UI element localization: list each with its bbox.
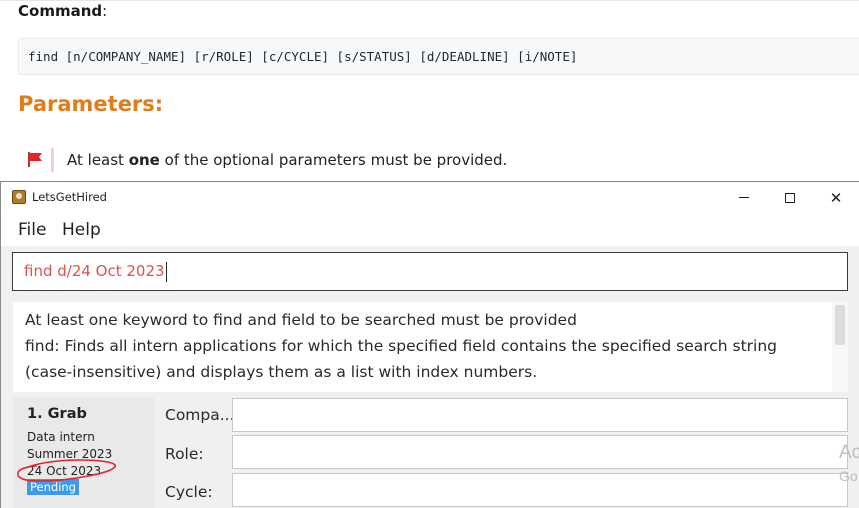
label-cycle: Cycle: — [165, 483, 213, 501]
list-item[interactable]: 1. Grab Data intern Summer 2023 24 Oct 2… — [13, 397, 154, 508]
menu-file[interactable]: File — [18, 220, 46, 240]
result-display[interactable]: At least one keyword to find and field t… — [13, 302, 848, 392]
close-button[interactable]: ✕ — [813, 182, 859, 213]
scrollbar-thumb[interactable] — [835, 305, 845, 345]
command-syntax: find [n/COMPANY_NAME] [r/ROLE] [c/CYCLE]… — [28, 49, 578, 64]
company-field[interactable] — [232, 398, 848, 432]
command-input-value: find d/24 Oct 2023 — [24, 262, 165, 280]
window-title: LetsGetHired — [32, 190, 107, 204]
activation-watermark: Ac — [839, 442, 859, 463]
menu-bar: File Help — [1, 213, 859, 246]
maximize-button[interactable] — [767, 182, 813, 213]
application-company: 1. Grab — [27, 406, 87, 422]
command-syntax-block: find [n/COMPANY_NAME] [r/ROLE] [c/CYCLE]… — [18, 38, 859, 75]
role-field[interactable] — [232, 435, 848, 469]
result-line: (case-insensitive) and displays them as … — [25, 363, 538, 381]
result-scrollbar[interactable] — [832, 302, 848, 392]
cycle-field[interactable] — [232, 473, 848, 507]
result-line: At least one keyword to find and field t… — [25, 311, 577, 329]
note-bar — [51, 148, 54, 172]
label-company: Compa... — [165, 406, 235, 424]
app-window: LetsGetHired ✕ File Help find d/24 Oct 2… — [0, 181, 859, 508]
result-line: find: Finds all intern applications for … — [25, 337, 778, 355]
command-heading: Command: — [18, 2, 108, 20]
activation-watermark-sub: Go — [839, 468, 858, 484]
close-icon: ✕ — [829, 188, 843, 207]
maximize-icon — [785, 192, 795, 203]
note-text: At least one of the optional parameters … — [67, 151, 508, 169]
red-flag-icon — [28, 152, 42, 167]
text-caret — [166, 262, 167, 282]
minimize-icon — [739, 197, 749, 198]
label-role: Role: — [165, 445, 204, 463]
command-input[interactable]: find d/24 Oct 2023 — [12, 252, 848, 291]
application-list: 1. Grab Data intern Summer 2023 24 Oct 2… — [13, 397, 154, 508]
menu-help[interactable]: Help — [62, 220, 101, 240]
application-role: Data intern — [27, 430, 95, 444]
documentation-page: Command: find [n/COMPANY_NAME] [r/ROLE] … — [0, 0, 859, 182]
minimize-button[interactable] — [721, 182, 767, 213]
parameters-heading: Parameters: — [18, 92, 164, 116]
red-annotation-circle — [17, 459, 116, 482]
title-bar[interactable]: LetsGetHired ✕ — [1, 182, 859, 213]
app-icon — [12, 190, 26, 204]
divider — [0, 0, 859, 1]
